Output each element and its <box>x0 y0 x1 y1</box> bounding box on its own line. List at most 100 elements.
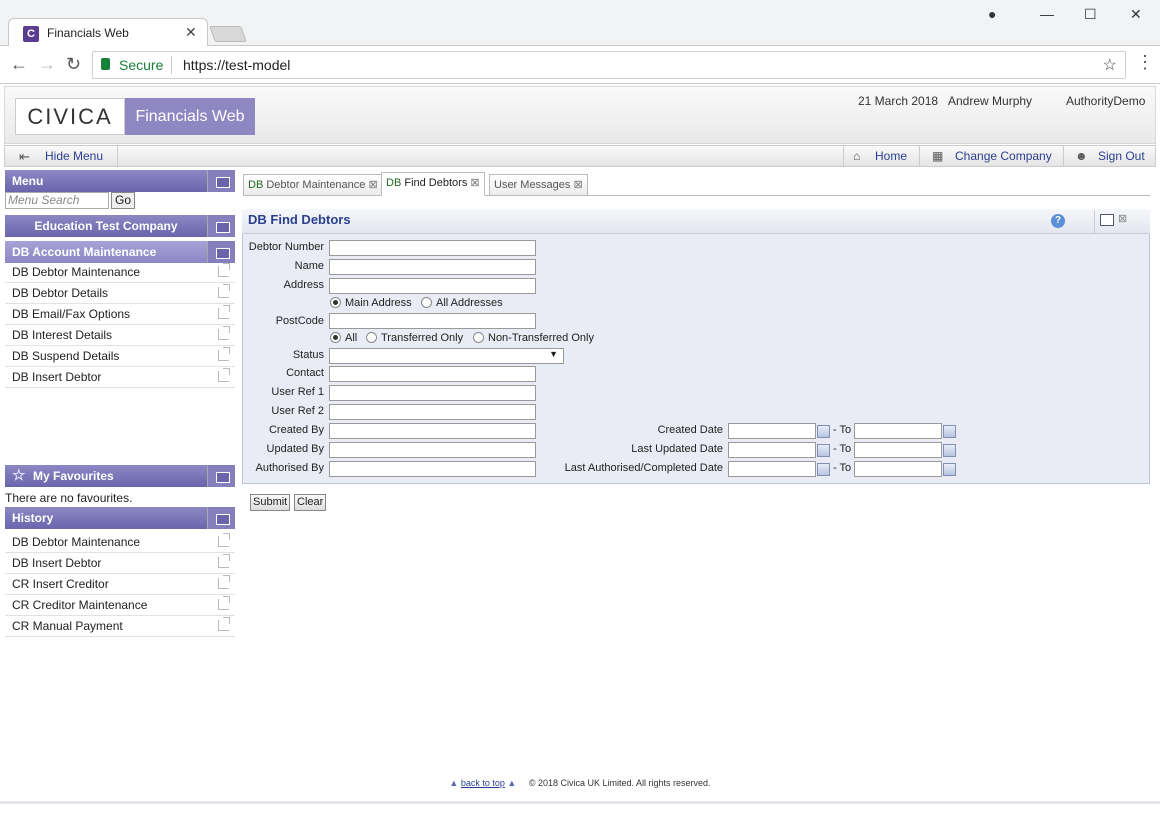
created-by-input[interactable] <box>329 423 536 439</box>
minimize-icon[interactable]: — <box>1040 6 1054 22</box>
open-external-icon[interactable] <box>218 347 230 361</box>
tab-find-debtors[interactable]: DB Find Debtors ⊠ <box>381 172 485 196</box>
menu-item[interactable]: DB Debtor Maintenance <box>5 262 235 283</box>
menu-search-go-button[interactable]: Go <box>111 192 135 209</box>
history-item[interactable]: CR Insert Creditor <box>5 574 235 595</box>
back-arrow-icon[interactable]: ← <box>10 54 28 75</box>
contact-input[interactable] <box>329 366 536 382</box>
open-external-icon[interactable] <box>218 575 230 589</box>
hide-menu-button[interactable]: Hide Menu <box>45 149 103 163</box>
calendar-building-icon[interactable]: ▦ <box>932 149 943 163</box>
hide-menu-icon[interactable]: ⇤ <box>19 149 30 165</box>
url-text[interactable]: https://test-model <box>183 57 290 73</box>
created-date-from-input[interactable] <box>728 423 816 439</box>
calendar-icon[interactable] <box>943 425 956 438</box>
postcode-input[interactable] <box>329 313 536 329</box>
menu-item-label: DB Debtor Details <box>12 286 109 300</box>
history-item[interactable]: CR Creditor Maintenance <box>5 595 235 616</box>
created-by-label: Created By <box>268 424 324 436</box>
last-updated-date-from-input[interactable] <box>728 442 816 458</box>
close-panel-icon[interactable]: ⊠ <box>1118 212 1127 225</box>
maximize-icon[interactable]: ☐ <box>1084 6 1097 23</box>
menu-item[interactable]: DB Email/Fax Options <box>5 304 235 325</box>
civica-logo: CIVICA <box>15 98 125 135</box>
civica-favicon-icon: C <box>23 26 39 42</box>
last-authorised-date-to-input[interactable] <box>854 461 942 477</box>
calendar-icon[interactable] <box>817 444 830 457</box>
panel-toggle-icon[interactable] <box>207 170 235 192</box>
open-external-icon[interactable] <box>218 305 230 319</box>
menu-item[interactable]: DB Insert Debtor <box>5 367 235 388</box>
home-icon[interactable]: ⌂ <box>853 149 860 163</box>
menu-search-input[interactable]: Menu Search <box>5 192 109 209</box>
close-tab-icon[interactable]: ⊠ <box>470 177 479 189</box>
non-transferred-only-radio[interactable]: Non-Transferred Only <box>473 332 594 344</box>
reload-icon[interactable]: ↻ <box>66 54 81 75</box>
all-addresses-radio[interactable]: All Addresses <box>421 297 503 309</box>
sign-out-link[interactable]: Sign Out <box>1098 149 1145 163</box>
debtor-number-input[interactable] <box>329 240 536 256</box>
tab-debtor-maintenance[interactable]: DB Debtor Maintenance ⊠ <box>243 174 383 196</box>
menu-item[interactable]: DB Suspend Details <box>5 346 235 367</box>
section-header[interactable]: DB Account Maintenance <box>5 241 235 263</box>
close-tab-icon[interactable]: ⊠ <box>573 179 582 191</box>
panel-toggle-icon[interactable] <box>207 465 235 487</box>
calendar-icon[interactable] <box>817 425 830 438</box>
favourites-title: My Favourites <box>33 469 114 483</box>
window-close-icon[interactable]: ✕ <box>1130 6 1142 23</box>
submit-button[interactable]: Submit <box>250 494 291 511</box>
history-item[interactable]: CR Manual Payment <box>5 616 235 637</box>
updated-by-input[interactable] <box>329 442 536 458</box>
menu-item[interactable]: DB Debtor Details <box>5 283 235 304</box>
last-authorised-date-from-input[interactable] <box>728 461 816 477</box>
name-input[interactable] <box>329 259 536 275</box>
open-external-icon[interactable] <box>218 263 230 277</box>
tab-user-messages[interactable]: User Messages ⊠ <box>489 174 588 196</box>
transferred-only-radio[interactable]: Transferred Only <box>366 332 463 344</box>
calendar-icon[interactable] <box>817 463 830 476</box>
profile-icon[interactable]: ● <box>988 6 996 22</box>
address-bar[interactable]: Secure https://test-model ☆ <box>92 51 1126 79</box>
main-address-radio[interactable]: Main Address <box>330 297 412 309</box>
panel-toggle-icon[interactable] <box>207 507 235 529</box>
up-arrow-icon: ▲ <box>449 778 459 788</box>
clear-button[interactable]: Clear <box>294 494 327 511</box>
last-updated-date-to-input[interactable] <box>854 442 942 458</box>
calendar-icon[interactable] <box>943 444 956 457</box>
tab-label: Debtor Maintenance <box>266 179 366 191</box>
back-to-top-link[interactable]: back to top <box>461 778 505 788</box>
bookmark-star-icon[interactable]: ☆ <box>1103 55 1117 75</box>
menu-item[interactable]: DB Interest Details <box>5 325 235 346</box>
address-input[interactable] <box>329 278 536 294</box>
history-item[interactable]: DB Debtor Maintenance <box>5 532 235 553</box>
panel-toggle-icon[interactable] <box>207 215 235 237</box>
created-date-to-input[interactable] <box>854 423 942 439</box>
all-radio[interactable]: All <box>330 332 357 344</box>
help-icon[interactable]: ? <box>1051 214 1065 228</box>
close-tab-icon[interactable]: ⊠ <box>368 179 377 191</box>
close-tab-icon[interactable]: ✕ <box>185 24 197 41</box>
forward-arrow-icon[interactable]: → <box>38 54 56 75</box>
folder-up-icon[interactable] <box>207 241 235 263</box>
open-external-icon[interactable] <box>218 533 230 547</box>
open-external-icon[interactable] <box>218 284 230 298</box>
open-external-icon[interactable] <box>218 617 230 631</box>
calendar-icon[interactable] <box>943 463 956 476</box>
authorised-by-input[interactable] <box>329 461 536 477</box>
open-external-icon[interactable] <box>218 554 230 568</box>
open-external-icon[interactable] <box>218 368 230 382</box>
user-icon[interactable]: ☻ <box>1075 149 1088 163</box>
browser-tab[interactable]: C Financials Web ✕ <box>8 18 208 48</box>
open-external-icon[interactable] <box>218 596 230 610</box>
home-link[interactable]: Home <box>875 149 907 163</box>
browser-menu-icon[interactable]: ⋮ <box>1136 52 1154 73</box>
status-select[interactable]: ▼ <box>329 348 564 364</box>
user-ref-2-label: User Ref 2 <box>271 405 324 417</box>
new-tab-button[interactable] <box>209 26 247 42</box>
user-ref-1-input[interactable] <box>329 385 536 401</box>
open-external-icon[interactable] <box>218 326 230 340</box>
change-company-link[interactable]: Change Company <box>955 149 1052 163</box>
user-ref-2-input[interactable] <box>329 404 536 420</box>
history-item[interactable]: DB Insert Debtor <box>5 553 235 574</box>
new-window-icon[interactable] <box>1100 214 1114 226</box>
